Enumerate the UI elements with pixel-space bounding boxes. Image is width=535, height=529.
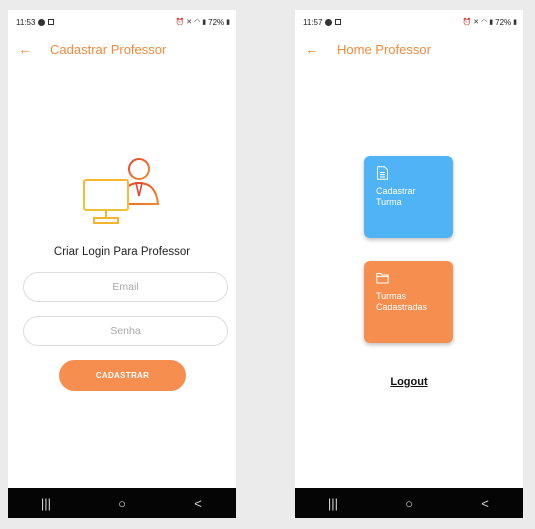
password-field[interactable]: Senha: [23, 316, 228, 346]
tile-label-line1: Turmas: [376, 291, 407, 301]
system-nav-bar: ||| ○ <: [8, 488, 236, 518]
app-bar: ← Cadastrar Professor: [8, 36, 236, 62]
signal-icon: ▮: [202, 19, 207, 26]
form-heading: Criar Login Para Professor: [53, 246, 191, 258]
notification-icon: [38, 18, 46, 26]
status-time: 11:57: [303, 17, 323, 27]
turmas-cadastradas-tile[interactable]: Turmas Cadastradas: [364, 261, 453, 343]
battery-text: 72%: [208, 17, 225, 27]
cadastrar-button[interactable]: CADASTRAR: [59, 360, 186, 391]
notification-icon: [325, 18, 333, 26]
document-icon: [377, 166, 388, 180]
status-time: 11:53: [16, 17, 36, 27]
page-title: Cadastrar Professor: [50, 41, 167, 57]
back-arrow-icon[interactable]: ←: [18, 42, 36, 56]
cadastrar-turma-tile[interactable]: Cadastrar Turma: [364, 156, 453, 238]
page-title: Home Professor: [337, 41, 431, 57]
cadastrar-professor-screen: 11:53 ⏰ ✕ ◠ ▮ 72% ▮ ← Cadastrar Professo…: [8, 10, 236, 518]
status-bar: 11:53 ⏰ ✕ ◠ ▮ 72% ▮: [8, 10, 236, 34]
wifi-icon: ◠: [481, 19, 488, 26]
notification-icon: [48, 19, 55, 25]
notification-icon: [335, 19, 342, 25]
back-arrow-icon[interactable]: ←: [305, 42, 323, 56]
wifi-icon: ◠: [194, 19, 201, 26]
system-nav-bar: ||| ○ <: [295, 488, 523, 518]
logout-link[interactable]: Logout: [295, 376, 523, 388]
status-bar: 11:57 ⏰ ✕ ◠ ▮ 72% ▮: [295, 10, 523, 34]
email-field[interactable]: Email: [23, 272, 228, 302]
back-icon[interactable]: <: [465, 496, 505, 511]
home-icon[interactable]: ○: [102, 496, 142, 511]
recents-icon[interactable]: |||: [26, 496, 66, 511]
tile-label-line2: Cadastradas: [376, 302, 428, 312]
tile-label-line1: Cadastrar: [376, 186, 416, 196]
tile-label-line2: Turma: [376, 197, 402, 207]
mute-icon: ✕: [473, 19, 480, 26]
app-bar: ← Home Professor: [295, 36, 523, 62]
alarm-icon: ⏰: [175, 19, 185, 26]
battery-icon: ▮: [226, 19, 230, 26]
mute-icon: ✕: [186, 19, 193, 26]
teacher-computer-icon: [83, 158, 160, 224]
alarm-icon: ⏰: [462, 19, 472, 26]
home-professor-screen: 11:57 ⏰ ✕ ◠ ▮ 72% ▮ ← Home Professor Cad…: [295, 10, 523, 518]
battery-icon: ▮: [513, 19, 517, 26]
home-icon[interactable]: ○: [389, 496, 429, 511]
signal-icon: ▮: [489, 19, 494, 26]
recents-icon[interactable]: |||: [313, 496, 353, 511]
folder-icon: [376, 273, 389, 284]
battery-text: 72%: [495, 17, 512, 27]
back-icon[interactable]: <: [178, 496, 218, 511]
